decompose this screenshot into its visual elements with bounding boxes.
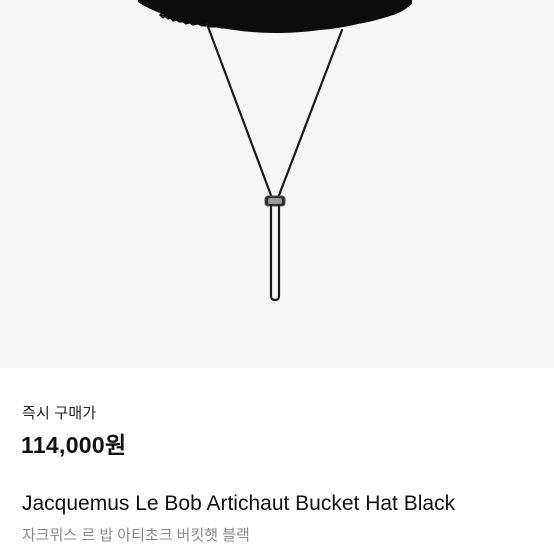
product-title[interactable]: Jacquemus Le Bob Artichaut Bucket Hat Bl… xyxy=(22,492,455,516)
price-label: 즉시 구매가 xyxy=(22,405,97,422)
strap-right xyxy=(276,28,344,200)
hat-brim xyxy=(138,0,412,33)
bucket-hat-image xyxy=(138,0,412,302)
strap-left xyxy=(205,22,274,200)
product-info: 즉시 구매가 114,000원 Jacquemus Le Bob Articha… xyxy=(0,368,554,554)
strap-loop xyxy=(269,204,281,302)
product-subtitle: 자크뮈스 르 밥 아티초크 버킷햇 블랙 xyxy=(22,527,250,544)
price-value: 114,000원 xyxy=(21,432,127,458)
product-image[interactable] xyxy=(0,0,554,368)
